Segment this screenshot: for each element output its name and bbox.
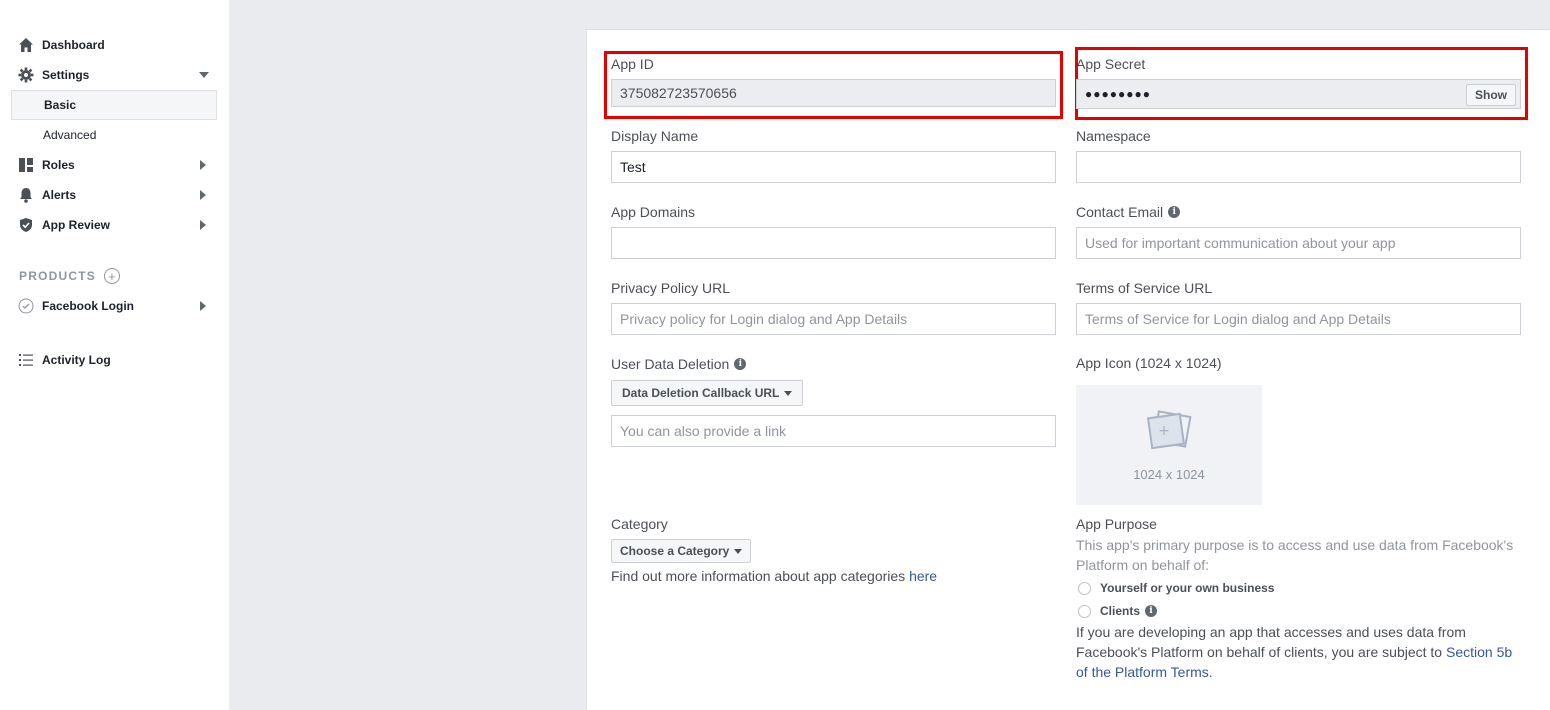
- purpose-option-self[interactable]: Yourself or your own business: [1078, 581, 1274, 595]
- sidebar-item-alerts[interactable]: Alerts: [0, 180, 229, 210]
- app-purpose-note-end: .: [1208, 664, 1213, 680]
- contact-email-input[interactable]: [1076, 227, 1521, 259]
- info-icon[interactable]: i: [734, 358, 747, 370]
- chevron-right-icon: [200, 190, 206, 200]
- app-secret-label: App Secret: [1076, 56, 1146, 72]
- sidebar-item-app-review[interactable]: App Review: [0, 210, 229, 240]
- sidebar-item-settings[interactable]: Settings: [0, 60, 229, 90]
- sidebar-subitem-advanced[interactable]: Advanced: [11, 120, 217, 150]
- app-purpose-label: App Purpose: [1076, 516, 1157, 532]
- chevron-right-icon: [200, 160, 206, 170]
- radio-button[interactable]: [1078, 581, 1091, 595]
- terms-of-service-input[interactable]: [1076, 303, 1521, 335]
- app-secret-field[interactable]: ●●●●●●●● Show: [1076, 79, 1521, 109]
- chevron-down-icon: [734, 548, 743, 554]
- basic-settings-card: App ID 375082723570656 App Secret ●●●●●●…: [586, 29, 1550, 710]
- info-icon[interactable]: i: [1168, 206, 1181, 218]
- add-product-icon[interactable]: +: [103, 268, 120, 284]
- products-heading: PRODUCTS +: [19, 266, 120, 286]
- sidebar: Dashboard Settings Basic Advanced Roles …: [0, 0, 229, 710]
- data-deletion-link-input[interactable]: [611, 415, 1056, 447]
- sidebar-item-label: App Review: [42, 218, 111, 232]
- sidebar-item-label: Facebook Login: [42, 299, 135, 313]
- sidebar-item-label: Dashboard: [42, 38, 105, 52]
- home-icon: [18, 37, 34, 53]
- sidebar-item-label: Roles: [42, 158, 75, 172]
- products-heading-label: PRODUCTS: [19, 269, 96, 283]
- app-purpose-note: If you are developing an app that access…: [1076, 622, 1526, 682]
- sidebar-item-roles[interactable]: Roles: [0, 150, 229, 180]
- privacy-policy-input[interactable]: [611, 303, 1056, 335]
- image-placeholder-icon: +: [1142, 408, 1196, 461]
- app-domains-input[interactable]: [611, 227, 1056, 259]
- terms-of-service-label: Terms of Service URL: [1076, 280, 1213, 296]
- bell-icon: [18, 187, 34, 203]
- check-circle-icon: [18, 298, 34, 314]
- chevron-right-icon: [200, 220, 206, 230]
- svg-text:+: +: [1158, 423, 1170, 439]
- roles-icon: [18, 157, 34, 173]
- app-id-value: 375082723570656: [620, 85, 737, 101]
- user-data-deletion-label: User Data Deletion i: [611, 356, 747, 372]
- category-help-text: Find out more information about app cate…: [611, 568, 910, 584]
- info-icon[interactable]: i: [1145, 605, 1158, 617]
- app-secret-value: ●●●●●●●●: [1085, 87, 1151, 101]
- radio-button[interactable]: [1078, 604, 1091, 618]
- purpose-option-label: Clients: [1100, 604, 1141, 618]
- category-help: Find out more information about app cate…: [611, 566, 937, 586]
- user-data-deletion-label-text: User Data Deletion: [611, 356, 730, 372]
- contact-email-label-text: Contact Email: [1076, 204, 1164, 220]
- chevron-down-icon: [199, 72, 209, 78]
- app-id-label: App ID: [611, 56, 654, 72]
- list-icon: [18, 352, 34, 368]
- app-icon-dimensions: 1024 x 1024: [1133, 467, 1205, 482]
- data-deletion-dropdown[interactable]: Data Deletion Callback URL: [611, 380, 804, 406]
- app-icon-upload[interactable]: + 1024 x 1024: [1076, 385, 1262, 505]
- sidebar-subitem-label: Basic: [44, 98, 77, 112]
- app-icon-label: App Icon (1024 x 1024): [1076, 355, 1222, 371]
- show-secret-button[interactable]: Show: [1466, 84, 1516, 106]
- sidebar-subitem-label: Advanced: [43, 128, 97, 142]
- gear-icon: [18, 67, 34, 83]
- app-id-field[interactable]: 375082723570656: [611, 79, 1056, 107]
- shield-icon: [18, 217, 34, 233]
- chevron-down-icon: [784, 390, 793, 396]
- data-deletion-dropdown-label: Data Deletion Callback URL: [622, 386, 780, 400]
- sidebar-item-label: Activity Log: [42, 353, 111, 367]
- app-domains-label: App Domains: [611, 204, 696, 220]
- app-purpose-note-text: If you are developing an app that access…: [1076, 624, 1466, 660]
- category-help-link[interactable]: here: [909, 568, 937, 584]
- namespace-label: Namespace: [1076, 128, 1151, 144]
- namespace-input[interactable]: [1076, 151, 1521, 183]
- chevron-right-icon: [200, 301, 206, 311]
- category-dropdown-label: Choose a Category: [620, 544, 730, 558]
- sidebar-item-label: Alerts: [42, 188, 77, 202]
- sidebar-item-facebook-login[interactable]: Facebook Login: [0, 291, 229, 321]
- category-dropdown[interactable]: Choose a Category: [611, 539, 752, 563]
- display-name-input[interactable]: [611, 151, 1056, 183]
- privacy-policy-label: Privacy Policy URL: [611, 280, 731, 296]
- contact-email-label: Contact Email i: [1076, 204, 1181, 220]
- app-purpose-description: This app's primary purpose is to access …: [1076, 537, 1514, 573]
- sidebar-subitem-basic[interactable]: Basic: [11, 90, 217, 120]
- sidebar-item-dashboard[interactable]: Dashboard: [0, 30, 229, 60]
- sidebar-item-label: Settings: [42, 68, 90, 82]
- purpose-option-label: Yourself or your own business: [1100, 581, 1275, 595]
- display-name-label: Display Name: [611, 128, 699, 144]
- purpose-option-clients[interactable]: Clients i: [1078, 604, 1158, 618]
- sidebar-item-activity-log[interactable]: Activity Log: [0, 345, 229, 375]
- category-label: Category: [611, 516, 668, 532]
